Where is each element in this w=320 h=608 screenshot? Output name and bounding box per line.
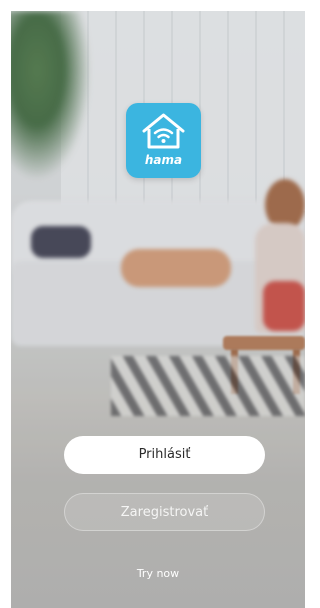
brand-logo-text: hama [144, 153, 183, 167]
login-button[interactable]: Prihlásiť [64, 436, 265, 474]
smart-home-wifi-icon [142, 113, 185, 149]
try-now-link[interactable]: Try now [11, 567, 305, 580]
app-logo: hama [126, 103, 201, 178]
app-screen: hama Prihlásiť Zaregistrovať Try now [11, 11, 305, 608]
register-button[interactable]: Zaregistrovať [64, 493, 265, 531]
